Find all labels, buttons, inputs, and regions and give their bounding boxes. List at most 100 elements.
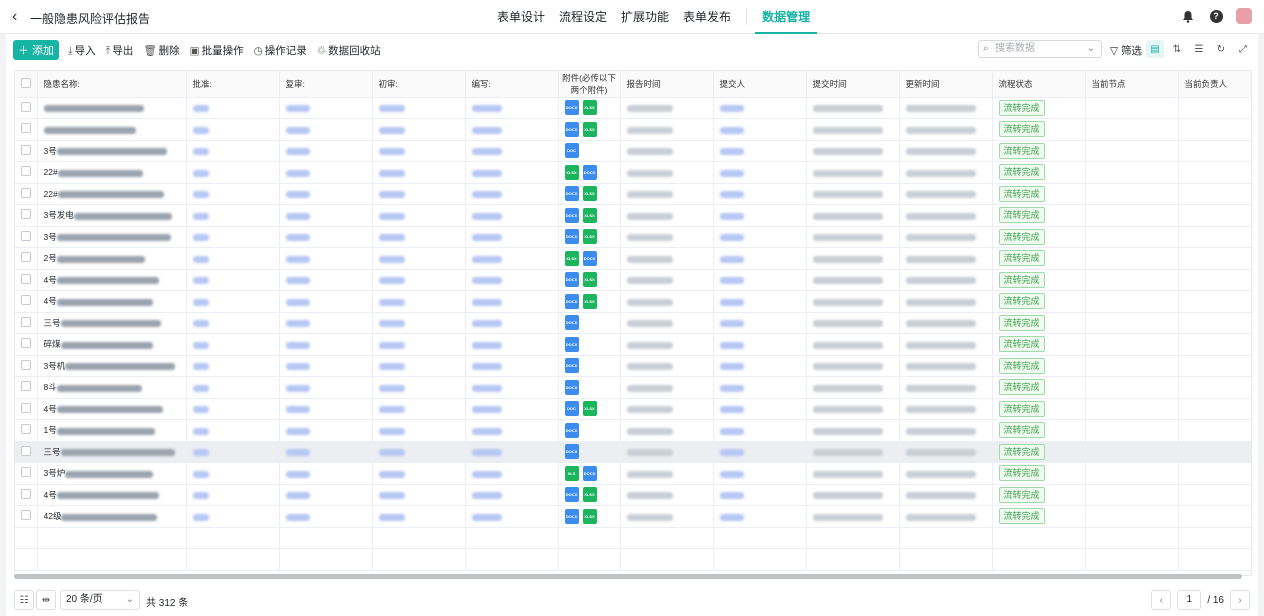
hazard-name-cell[interactable]: 4号: [37, 290, 187, 313]
hazard-name-cell[interactable]: 4号: [37, 269, 187, 291]
tab-process-settings[interactable]: 流程设定: [552, 0, 614, 34]
col-initial-review[interactable]: 初审:: [372, 71, 466, 98]
col-report-time[interactable]: 报告时间: [620, 71, 714, 98]
table-row[interactable]: 2号 XLSX DOCX 流转完成: [15, 247, 1251, 270]
back-arrow-icon[interactable]: ‹: [12, 9, 26, 25]
table-row[interactable]: 三号 DOCX 流转完成: [15, 441, 1251, 463]
col-hazard-name[interactable]: 隐患名称:: [37, 71, 187, 98]
table-row[interactable]: 1号 DOCX 流转完成: [15, 419, 1251, 442]
fullscreen-icon[interactable]: ⤢: [1234, 40, 1252, 58]
row-checkbox[interactable]: [15, 419, 38, 442]
hazard-name-cell[interactable]: 22#: [37, 161, 187, 184]
col-attachments[interactable]: 附件(必传以下两个附件): [558, 71, 621, 98]
import-button[interactable]: ⤓ 导入: [68, 43, 96, 58]
table-row[interactable]: 3号 DOCX XLSX 流转完成: [15, 226, 1251, 248]
row-checkbox[interactable]: [15, 376, 38, 399]
tab-form-design[interactable]: 表单设计: [490, 0, 552, 34]
row-checkbox[interactable]: [15, 333, 38, 356]
export-button[interactable]: ⤒ 导出: [106, 43, 134, 58]
refresh-icon[interactable]: ↻: [1212, 40, 1230, 58]
sort-icon[interactable]: ⇅: [1168, 40, 1186, 58]
word-file-icon[interactable]: DOCX: [564, 293, 579, 309]
row-checkbox[interactable]: [15, 204, 38, 227]
row-checkbox[interactable]: [15, 140, 38, 162]
filter-button[interactable]: ▽ 筛选: [1110, 43, 1142, 58]
excel-file-icon[interactable]: XLSX: [582, 293, 597, 309]
word-file-icon[interactable]: DOCX: [564, 121, 579, 137]
delete-button[interactable]: 🗑 删除: [143, 43, 179, 58]
col-flow-status[interactable]: 流程状态: [992, 71, 1086, 98]
row-checkbox[interactable]: [15, 312, 38, 334]
tab-data-management[interactable]: 数据管理: [755, 0, 818, 34]
row-checkbox[interactable]: [15, 398, 38, 420]
excel-file-icon[interactable]: XLSX: [582, 487, 597, 503]
hazard-name-cell[interactable]: 3号炉: [37, 462, 187, 485]
hazard-name-cell[interactable]: 42级: [37, 505, 187, 528]
word-file-icon[interactable]: DOCX: [564, 358, 579, 374]
table-row[interactable]: 3号机 DOCX 流转完成: [15, 355, 1251, 377]
hazard-name-cell[interactable]: 3号: [37, 226, 187, 248]
hazard-name-cell[interactable]: [37, 97, 187, 119]
table-row[interactable]: 3号 DOC 流转完成: [15, 140, 1251, 162]
table-row[interactable]: 22# DOCX XLSX 流转完成: [15, 183, 1251, 205]
table-row[interactable]: 4号 DOC XLSX 流转完成: [15, 398, 1251, 420]
avatar[interactable]: [1236, 8, 1252, 24]
row-checkbox[interactable]: [15, 226, 38, 248]
col-current-owner[interactable]: 当前负责人: [1178, 71, 1251, 98]
horizontal-scrollbar[interactable]: [14, 574, 1242, 579]
col-current-node[interactable]: 当前节点: [1085, 71, 1179, 98]
hazard-name-cell[interactable]: 4号: [37, 484, 187, 506]
word-file-icon[interactable]: DOCX: [582, 465, 597, 481]
page-size-select[interactable]: 20 条/页 ⌄: [60, 590, 140, 610]
row-checkbox[interactable]: [15, 183, 38, 205]
row-checkbox[interactable]: [15, 462, 38, 485]
word-file-icon[interactable]: DOCX: [564, 272, 579, 288]
table-row[interactable]: DOCX XLSX 流转完成: [15, 97, 1251, 119]
hazard-name-cell[interactable]: 22#: [37, 183, 187, 205]
row-checkbox[interactable]: [15, 484, 38, 506]
word-file-icon[interactable]: DOCX: [564, 508, 579, 524]
row-checkbox[interactable]: [15, 118, 38, 141]
word-file-icon[interactable]: DOCX: [582, 250, 597, 266]
hazard-name-cell[interactable]: 2号: [37, 247, 187, 270]
word-file-icon[interactable]: DOCX: [564, 487, 579, 503]
excel-file-icon[interactable]: XLS: [564, 465, 579, 481]
excel-file-icon[interactable]: XLSX: [564, 164, 579, 180]
row-height-icon[interactable]: ▤: [1146, 40, 1164, 58]
tab-extensions[interactable]: 扩展功能: [614, 0, 676, 34]
col-submitter[interactable]: 提交人: [713, 71, 807, 98]
excel-file-icon[interactable]: XLSX: [582, 401, 597, 417]
page-number-input[interactable]: 1: [1177, 590, 1202, 610]
word-file-icon[interactable]: DOCX: [564, 422, 579, 438]
table-row[interactable]: 42级 DOCX XLSX 流转完成: [15, 505, 1251, 528]
word-file-icon[interactable]: DOC: [564, 143, 579, 159]
hazard-name-cell[interactable]: 3号: [37, 140, 187, 162]
word-file-icon[interactable]: DOCX: [564, 229, 579, 245]
table-row[interactable]: 3号炉 XLS DOCX 流转完成: [15, 462, 1251, 485]
table-row[interactable]: 22# XLSX DOCX 流转完成: [15, 161, 1251, 184]
hazard-name-cell[interactable]: [37, 118, 187, 141]
recycle-bin-button[interactable]: ♲ 数据回收站: [317, 43, 381, 58]
select-all-checkbox[interactable]: [15, 71, 38, 98]
excel-file-icon[interactable]: XLSX: [582, 272, 597, 288]
table-row[interactable]: 4号 DOCX XLSX 流转完成: [15, 484, 1251, 506]
hazard-name-cell[interactable]: 碎煤: [37, 333, 187, 356]
row-checkbox[interactable]: [15, 269, 38, 291]
col-author[interactable]: 编写:: [465, 71, 559, 98]
operation-log-button[interactable]: ◷ 操作记录: [254, 43, 307, 58]
bell-icon[interactable]: [1180, 8, 1196, 24]
excel-file-icon[interactable]: XLSX: [582, 508, 597, 524]
word-file-icon[interactable]: DOCX: [564, 444, 579, 460]
row-checkbox[interactable]: [15, 441, 38, 463]
row-checkbox[interactable]: [15, 355, 38, 377]
col-approve[interactable]: 批准:: [186, 71, 280, 98]
hazard-name-cell[interactable]: 三号: [37, 312, 187, 334]
prev-page-button[interactable]: ‹: [1151, 590, 1172, 610]
table-row[interactable]: 碎煤 DOCX 流转完成: [15, 333, 1251, 356]
word-file-icon[interactable]: DOCX: [564, 379, 579, 395]
help-icon[interactable]: ?: [1208, 8, 1224, 24]
hazard-name-cell[interactable]: 3号发电: [37, 204, 187, 227]
table-row[interactable]: 3号发电 DOCX XLSX 流转完成: [15, 204, 1251, 227]
excel-file-icon[interactable]: XLSX: [582, 207, 597, 223]
excel-file-icon[interactable]: XLSX: [582, 186, 597, 202]
